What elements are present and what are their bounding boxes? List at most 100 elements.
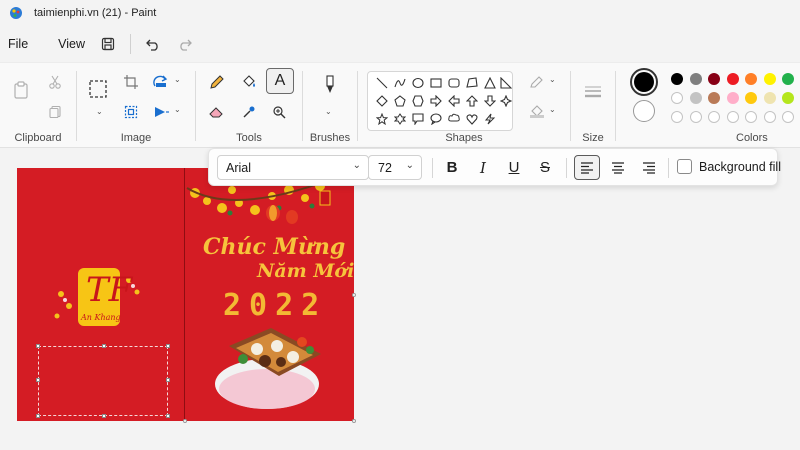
selection-handle[interactable] bbox=[166, 378, 170, 382]
resize-icon[interactable] bbox=[120, 101, 142, 123]
five-point-star-shape-icon[interactable] bbox=[374, 111, 390, 127]
align-left-button[interactable] bbox=[574, 155, 600, 180]
crop-icon[interactable] bbox=[120, 71, 142, 93]
color-swatch[interactable] bbox=[763, 92, 776, 104]
color-swatch[interactable] bbox=[671, 73, 683, 85]
select-icon[interactable] bbox=[87, 78, 109, 100]
empty-color-slot[interactable] bbox=[671, 111, 683, 123]
empty-color-slot[interactable] bbox=[689, 111, 702, 123]
secondary-color-selector[interactable] bbox=[633, 100, 655, 122]
eraser-icon[interactable] bbox=[206, 101, 228, 123]
color-swatch[interactable] bbox=[689, 92, 702, 104]
italic-button[interactable]: I bbox=[470, 155, 496, 180]
strikethrough-button[interactable]: S bbox=[532, 155, 558, 180]
color-swatch[interactable] bbox=[708, 92, 720, 104]
right-arrow-shape-icon[interactable] bbox=[428, 93, 444, 109]
undo-icon[interactable] bbox=[141, 32, 165, 56]
fill-bucket-icon[interactable] bbox=[238, 71, 260, 93]
selection-handle[interactable] bbox=[166, 344, 170, 348]
canvas-resize-handle-right[interactable] bbox=[352, 293, 356, 297]
selection-handle[interactable] bbox=[36, 344, 40, 348]
rectangle-shape-icon[interactable] bbox=[428, 75, 444, 91]
tools-label: Tools bbox=[236, 132, 262, 144]
redo-icon[interactable] bbox=[173, 32, 197, 56]
magnifier-icon[interactable] bbox=[268, 101, 290, 123]
color-swatch[interactable] bbox=[689, 73, 702, 85]
canvas-resize-handle-bottom[interactable] bbox=[183, 419, 187, 423]
color-swatch[interactable] bbox=[745, 92, 757, 104]
selection-handle[interactable] bbox=[166, 414, 170, 418]
color-swatch[interactable] bbox=[726, 73, 739, 85]
color-swatch[interactable] bbox=[782, 73, 794, 85]
callout-rect-shape-icon[interactable] bbox=[410, 111, 426, 127]
pentagon-shape-icon[interactable] bbox=[392, 93, 408, 109]
empty-color-slot[interactable] bbox=[708, 111, 720, 123]
down-arrow-shape-icon[interactable] bbox=[482, 93, 498, 109]
cut-icon[interactable] bbox=[44, 71, 66, 93]
up-arrow-shape-icon[interactable] bbox=[464, 93, 480, 109]
menu-file[interactable]: File bbox=[1, 30, 35, 58]
polygon-shape-icon[interactable] bbox=[464, 75, 480, 91]
font-family-select[interactable]: Arial ⌄ bbox=[217, 155, 369, 180]
brush-dropdown-icon[interactable]: ⌄ bbox=[325, 107, 332, 116]
align-center-button[interactable] bbox=[605, 155, 631, 180]
empty-color-slot[interactable] bbox=[782, 111, 794, 123]
rounded-rectangle-shape-icon[interactable] bbox=[446, 75, 462, 91]
text-tool-icon[interactable]: A bbox=[266, 68, 294, 94]
shape-outline-icon[interactable] bbox=[526, 71, 548, 93]
outline-dropdown-icon[interactable]: ⌄ bbox=[549, 75, 556, 84]
selection-handle[interactable] bbox=[102, 344, 106, 348]
rotate-icon[interactable] bbox=[150, 71, 172, 93]
color-swatch[interactable] bbox=[745, 73, 757, 85]
shape-fill-icon[interactable] bbox=[526, 101, 548, 123]
line-size-icon[interactable] bbox=[582, 81, 604, 103]
lightning-shape-icon[interactable] bbox=[482, 111, 498, 127]
color-picker-icon[interactable] bbox=[238, 101, 260, 123]
underline-button[interactable]: U bbox=[501, 155, 527, 180]
primary-color-selector[interactable] bbox=[630, 68, 658, 96]
color-swatch[interactable] bbox=[726, 92, 739, 104]
pencil-icon[interactable] bbox=[206, 71, 228, 93]
callout-oval-shape-icon[interactable] bbox=[428, 111, 444, 127]
four-point-star-shape-icon[interactable] bbox=[498, 93, 514, 109]
empty-color-slot[interactable] bbox=[726, 111, 739, 123]
fill-dropdown-icon[interactable]: ⌄ bbox=[549, 105, 556, 114]
text-selection-box[interactable] bbox=[36, 344, 170, 418]
color-swatch[interactable] bbox=[763, 73, 776, 85]
select-dropdown-icon[interactable]: ⌄ bbox=[96, 107, 103, 116]
align-right-button[interactable] bbox=[636, 155, 662, 180]
rotate-dropdown-icon[interactable]: ⌄ bbox=[174, 75, 181, 84]
bold-button[interactable]: B bbox=[439, 155, 465, 180]
line-shape-icon[interactable] bbox=[374, 75, 390, 91]
hexagon-shape-icon[interactable] bbox=[410, 93, 426, 109]
selection-handle[interactable] bbox=[36, 414, 40, 418]
selection-handle[interactable] bbox=[102, 414, 106, 418]
triangle-shape-icon[interactable] bbox=[482, 75, 498, 91]
heart-shape-icon[interactable] bbox=[464, 111, 480, 127]
flip-dropdown-icon[interactable]: ⌄ bbox=[174, 105, 181, 114]
greeting-line-2: Năm Mới bbox=[257, 260, 354, 282]
brush-icon[interactable] bbox=[319, 75, 341, 97]
color-swatch[interactable] bbox=[671, 92, 683, 104]
callout-cloud-shape-icon[interactable] bbox=[446, 111, 462, 127]
canvas-resize-handle-corner[interactable] bbox=[352, 419, 356, 423]
color-swatch[interactable] bbox=[708, 73, 720, 85]
font-size-select[interactable]: 72 ⌄ bbox=[368, 155, 422, 180]
empty-color-slot[interactable] bbox=[763, 111, 776, 123]
copy-icon[interactable] bbox=[44, 101, 66, 123]
oval-shape-icon[interactable] bbox=[410, 75, 426, 91]
color-swatch[interactable] bbox=[782, 92, 794, 104]
paste-icon[interactable] bbox=[10, 79, 32, 101]
right-triangle-shape-icon[interactable] bbox=[498, 75, 514, 91]
left-arrow-shape-icon[interactable] bbox=[446, 93, 462, 109]
save-icon[interactable] bbox=[96, 32, 120, 56]
six-point-star-shape-icon[interactable] bbox=[392, 111, 408, 127]
flip-icon[interactable] bbox=[150, 101, 172, 123]
empty-color-slot[interactable] bbox=[745, 111, 757, 123]
selection-handle[interactable] bbox=[36, 378, 40, 382]
diamond-shape-icon[interactable] bbox=[374, 93, 390, 109]
background-fill-checkbox[interactable] bbox=[677, 159, 692, 174]
curve-shape-icon[interactable] bbox=[392, 75, 408, 91]
background-fill-toggle[interactable]: Background fill bbox=[677, 159, 781, 174]
menu-view[interactable]: View bbox=[51, 30, 92, 58]
